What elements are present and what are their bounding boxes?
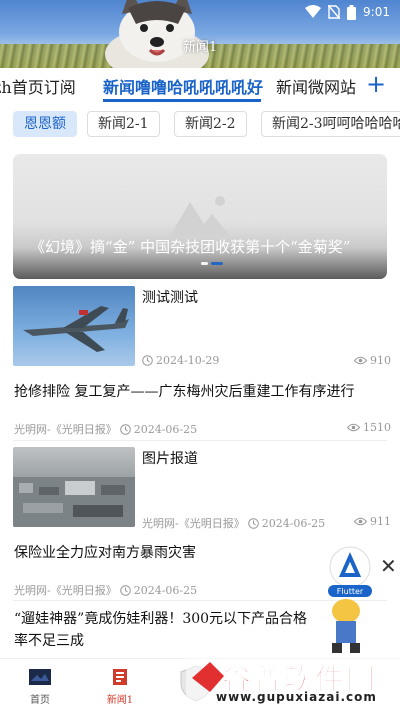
clock-icon [119, 584, 131, 596]
article-date-text: 2024-06-25 [133, 583, 198, 597]
flutter-ad-image[interactable]: Flutter [310, 545, 382, 655]
article-date-text: 2024-06-25 [133, 422, 198, 436]
news-icon [113, 669, 127, 685]
article-meta: 光明网-《光明日报》 2024-06-25 [142, 515, 325, 531]
battery-icon [347, 4, 357, 20]
clock-icon [142, 355, 153, 366]
carousel-dot-active [211, 262, 223, 265]
article-views-text: 1510 [363, 421, 391, 434]
article-title[interactable]: 抢修排险 复工复产——广东梅州灾后重建工作有序进行 [14, 381, 386, 401]
article-date-text: 2024-10-29 [156, 354, 220, 367]
airplane-image [23, 306, 129, 352]
carousel-dot [201, 262, 208, 265]
article-meta: 光明网-《光明日报》 2024-06-25 [14, 582, 197, 598]
article-views: 1510 [347, 421, 391, 434]
banner-carousel[interactable]: 《幻境》摘“金” 中国杂技团收获第十个“金菊奖” [13, 154, 387, 279]
clock-icon [247, 517, 259, 529]
status-time: 9:01 [363, 5, 390, 19]
article-source: 光明网-《光明日报》 [142, 517, 245, 530]
eye-icon [354, 356, 367, 365]
subtab-1[interactable]: 恩恩额 [13, 111, 77, 137]
tab-subscribe[interactable]: zh首页订阅 [0, 74, 76, 98]
article-views: 911 [354, 515, 391, 528]
channel-tabs: zh首页订阅 新闻噜噜哈吼吼吼吼好 新闻微网站 + [0, 68, 400, 102]
nav-home[interactable]: 首页 [20, 669, 60, 706]
article-title[interactable]: “遛娃神器”竟成伤娃利器！300元以下产品合格率不足三成 [14, 608, 314, 652]
carousel-indicator [201, 262, 223, 265]
article-meta: 光明网-《光明日报》 2024-06-25 [14, 421, 197, 437]
subtab-3[interactable]: 新闻2-2 [174, 111, 247, 137]
banner-caption: 《幻境》摘“金” 中国杂技团收获第十个“金菊奖” [30, 238, 351, 256]
article-date: 2024-10-29 [142, 354, 219, 367]
article-views-text: 910 [370, 354, 391, 367]
article-source: 光明网-《光明日报》 [14, 423, 117, 436]
close-icon[interactable]: ✕ [380, 554, 397, 578]
watermark-url: www.gupuxiazai.com [216, 690, 377, 704]
article-thumbnail[interactable] [13, 447, 135, 527]
eye-icon [347, 423, 360, 432]
subtab-2[interactable]: 新闻2-1 [87, 111, 160, 137]
article-views: 910 [354, 354, 391, 367]
page-title: 新闻1 [182, 40, 218, 55]
city-aerial-image [13, 477, 135, 527]
nav-news[interactable]: 新闻1 [100, 669, 140, 706]
status-bar: 9:01 [305, 4, 390, 20]
flutter-label: Flutter [337, 587, 364, 596]
nav-home-label: 首页 [30, 695, 50, 706]
nav-news-label: 新闻1 [106, 695, 134, 706]
dog-image [105, 0, 209, 68]
plus-icon[interactable]: + [364, 70, 388, 98]
image-placeholder-icon [170, 196, 230, 236]
article-views-text: 911 [370, 515, 391, 528]
tab-microsite[interactable]: 新闻微网站 [276, 74, 356, 98]
article-source: 光明网-《光明日报》 [14, 584, 117, 597]
home-icon [29, 669, 51, 685]
sub-channel-tabs: 恩恩额 新闻2-1 新闻2-2 新闻2-3呵呵哈哈哈哈 [0, 102, 400, 146]
tab-news-active[interactable]: 新闻噜噜哈吼吼吼吼好 [103, 74, 263, 98]
eye-icon [354, 517, 367, 526]
article-title[interactable]: 测试测试 [142, 287, 198, 307]
wifi-icon [305, 5, 322, 18]
app-header: 新闻1 9:01 [0, 0, 400, 68]
no-sim-icon [328, 5, 341, 19]
divider [13, 440, 387, 441]
article-date-text: 2024-06-25 [261, 516, 326, 530]
clock-icon [119, 423, 131, 435]
article-title[interactable]: 图片报道 [142, 448, 198, 468]
article-thumbnail[interactable] [13, 286, 135, 366]
subtab-4[interactable]: 新闻2-3呵呵哈哈哈哈 [261, 111, 400, 137]
